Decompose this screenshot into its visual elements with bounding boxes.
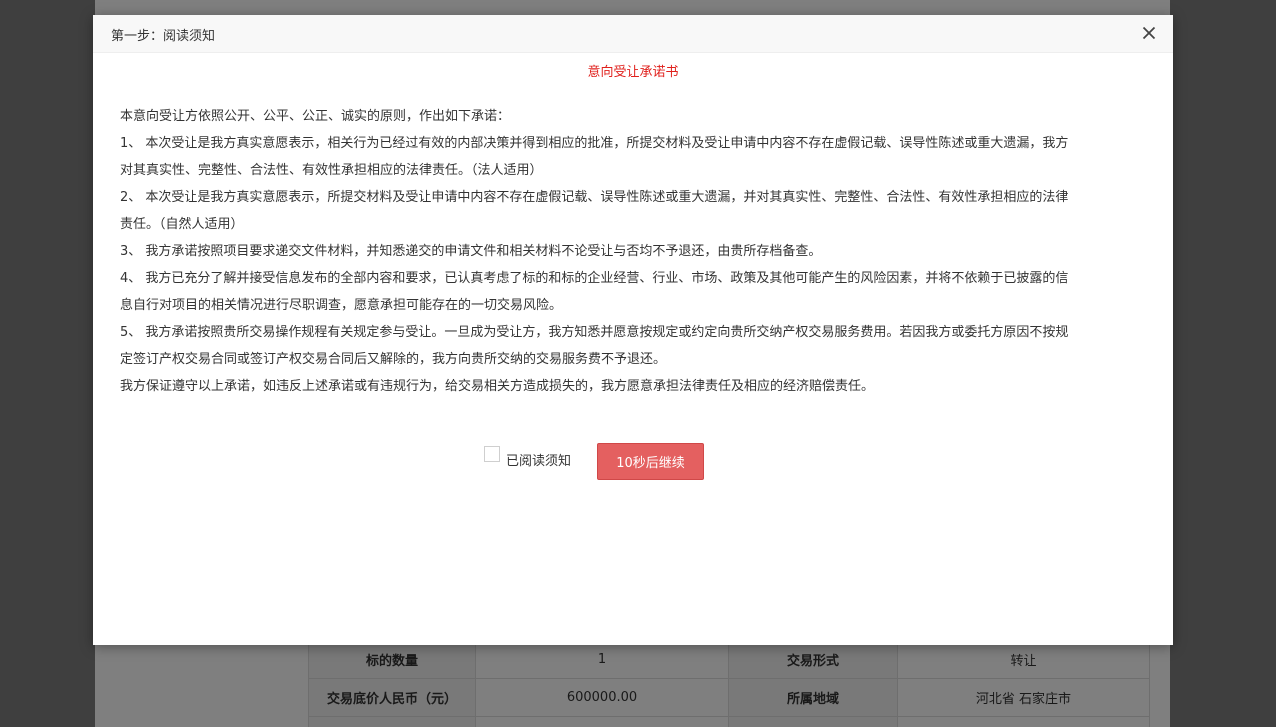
commitment-paragraph: 5、 我方承诺按照贵所交易操作规程有关规定参与受让。一旦成为受让方，我方知悉并愿… — [120, 325, 1069, 367]
commitment-paragraph: 4、 我方已充分了解并接受信息发布的全部内容和要求，已认真考虑了标的和标的企业经… — [120, 271, 1069, 313]
commitment-paragraph: 1、 本次受让是我方真实意愿表示，相关行为已经过有效的内部决策并得到相应的批准，… — [120, 136, 1069, 178]
notice-dialog: 第一步：阅读须知 意向受让承诺书 本意向受让方依照公开、公平、公正、诚实的原则，… — [93, 15, 1173, 645]
continue-button[interactable]: 10秒后继续 — [597, 443, 704, 480]
commitment-paragraph: 2、 本次受让是我方真实意愿表示，所提交材料及受让申请中内容不存在虚假记载、误导… — [120, 190, 1069, 232]
dialog-header: 第一步：阅读须知 — [93, 15, 1173, 53]
commitment-paragraph: 3、 我方承诺按照项目要求递交文件材料，并知悉递交的申请文件和相关材料不论受让与… — [120, 244, 822, 259]
close-icon[interactable] — [1139, 23, 1159, 43]
read-notice-checkbox[interactable] — [484, 446, 500, 462]
commitment-text: 本意向受让方依照公开、公平、公正、诚实的原则，作出如下承诺： 1、 本次受让是我… — [120, 103, 1070, 400]
commitment-paragraph: 我方保证遵守以上承诺，如违反上述承诺或有违规行为，给交易相关方造成损失的，我方愿… — [120, 379, 875, 394]
dialog-actions: 已阅读须知 10秒后继续 — [93, 428, 1173, 480]
dialog-title: 第一步：阅读须知 — [111, 29, 216, 44]
commitment-title: 意向受让承诺书 — [587, 65, 679, 80]
commitment-paragraph: 本意向受让方依照公开、公平、公正、诚实的原则，作出如下承诺： — [120, 109, 511, 124]
read-notice-label[interactable]: 已阅读须知 — [506, 450, 571, 469]
